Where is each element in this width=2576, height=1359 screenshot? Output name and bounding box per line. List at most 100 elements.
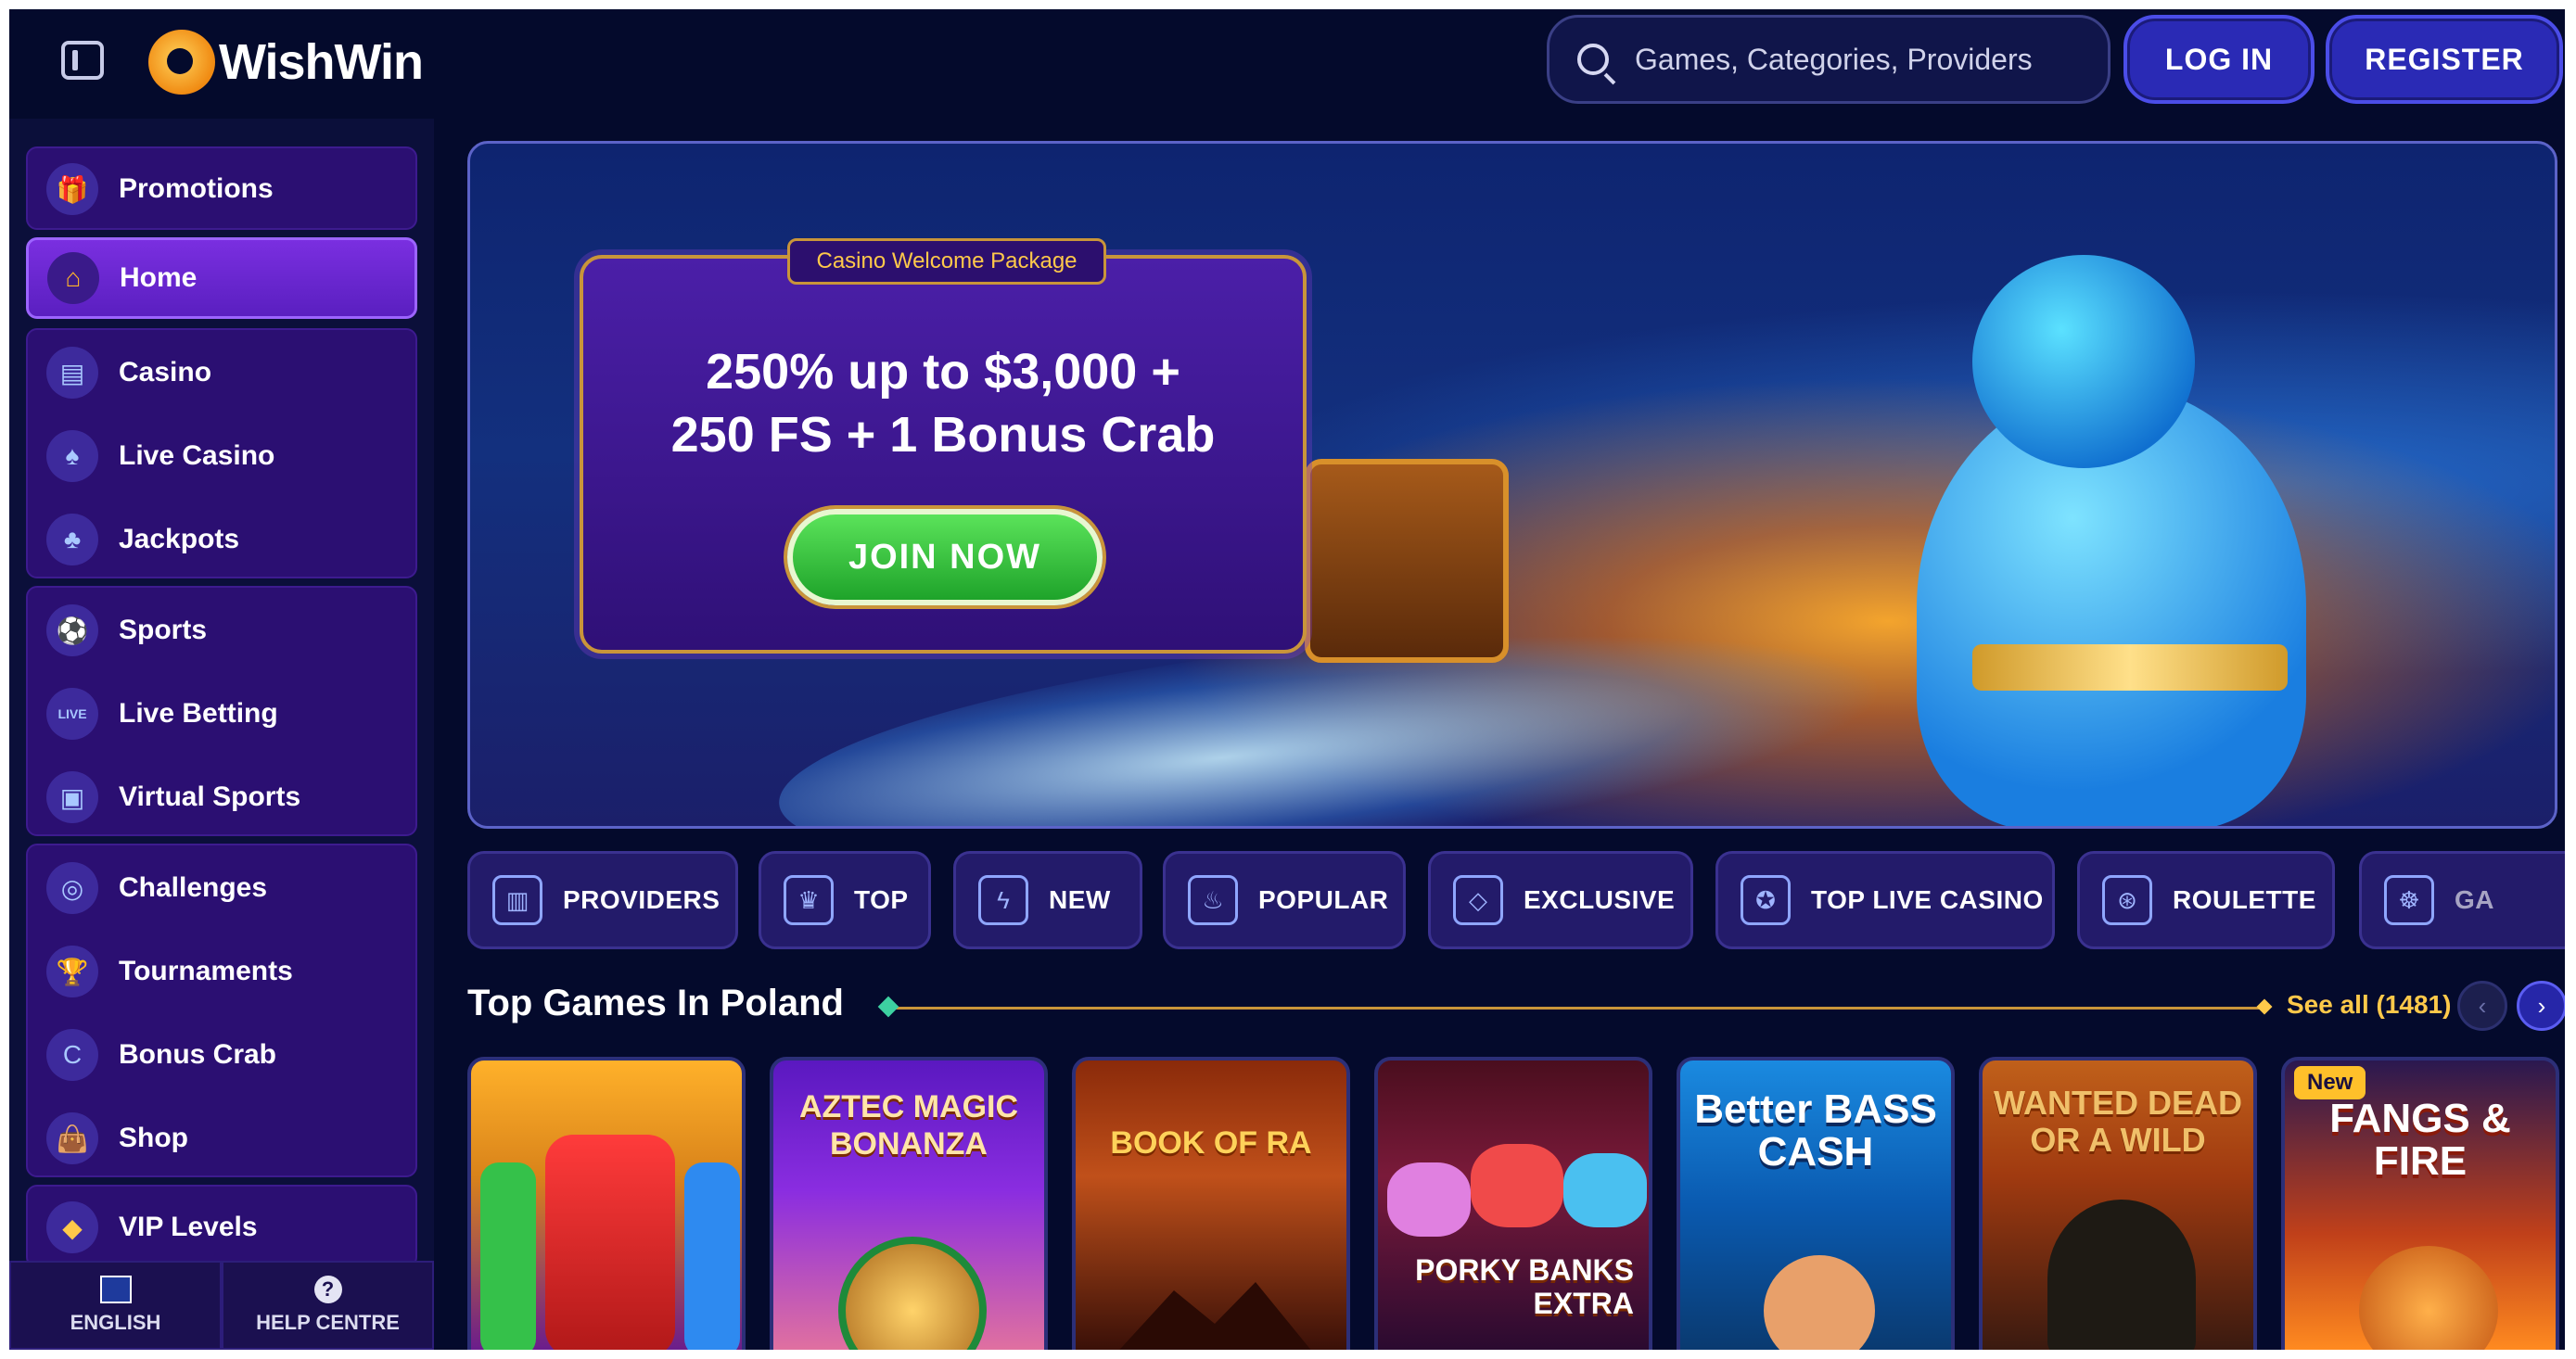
sidebar-item-bonus-crab[interactable]: C Bonus Crab <box>28 1014 419 1096</box>
lightning-icon: ϟ <box>978 875 1028 925</box>
promo-title: 250% up to $3,000 + 250 FS + 1 Bonus Cra… <box>583 340 1303 466</box>
game-tile[interactable]: BOOK OF RA <box>1072 1057 1350 1350</box>
category-exclusive[interactable]: ◇ EXCLUSIVE <box>1428 851 1693 949</box>
gift-icon: 🎁 <box>46 163 98 215</box>
flame-icon: ♨ <box>1188 875 1238 925</box>
genie-belt-graphic <box>1972 644 2288 691</box>
shopping-bag-icon: 👜 <box>46 1112 98 1164</box>
app-frame: WishWin Games, Categories, Providers LOG… <box>9 9 2565 1350</box>
australia-flag-icon <box>99 1276 132 1303</box>
game-title: Better BASS CASH <box>1694 1086 1937 1175</box>
language-selector[interactable]: ENGLISH <box>9 1261 222 1350</box>
pig-blue-graphic <box>1563 1153 1647 1227</box>
category-game-shows[interactable]: ☸ GA <box>2359 851 2565 949</box>
section-divider <box>886 1007 2266 1010</box>
section-title: Top Games In Poland <box>467 983 844 1023</box>
sidebar-group-casino: ▤ Casino ♠ Live Casino ♣ Jackpots <box>26 328 417 578</box>
category-label: TOP LIVE CASINO <box>1811 885 2044 914</box>
sidebar-toggle-icon[interactable] <box>61 41 104 80</box>
logo[interactable]: WishWin <box>148 30 424 95</box>
sidebar-item-label: Tournaments <box>119 956 293 986</box>
promo-title-line1: 250% up to $3,000 + <box>706 344 1180 400</box>
category-providers[interactable]: ▥ PROVIDERS <box>467 851 738 949</box>
crab-icon: C <box>46 1029 98 1081</box>
help-centre-label: HELP CENTRE <box>256 1311 400 1334</box>
trophy-icon: 🏆 <box>46 946 98 997</box>
login-button[interactable]: LOG IN <box>2123 15 2315 104</box>
category-top-live-casino[interactable]: ✪ TOP LIVE CASINO <box>1715 851 2055 949</box>
home-icon: ⌂ <box>47 252 99 304</box>
category-new[interactable]: ϟ NEW <box>953 851 1142 949</box>
search-icon <box>1577 44 1609 75</box>
temple-graphic <box>1113 1282 1317 1350</box>
sidebar-item-label: Bonus Crab <box>119 1039 277 1070</box>
live-icon: LIVE <box>46 688 98 740</box>
game-tile[interactable]: WANTED DEAD OR A WILD <box>1979 1057 2257 1350</box>
new-badge: New <box>2294 1066 2366 1099</box>
crown-icon: ♛ <box>784 875 834 925</box>
carousel-next-button[interactable]: › <box>2517 981 2565 1031</box>
sidebar-item-home[interactable]: ⌂ Home <box>26 237 417 319</box>
green-car-graphic <box>480 1162 536 1350</box>
sidebar-item-label: Live Betting <box>119 698 278 729</box>
sidebar-item-live-casino[interactable]: ♠ Live Casino <box>28 415 419 497</box>
sidebar-item-label: Shop <box>119 1123 188 1153</box>
genie-head-graphic <box>1972 255 2195 468</box>
gem-icon: ◇ <box>1453 875 1503 925</box>
game-tile[interactable] <box>467 1057 746 1350</box>
sidebar-item-label: Jackpots <box>119 524 240 554</box>
category-label: NEW <box>1049 885 1111 914</box>
category-popular[interactable]: ♨ POPULAR <box>1163 851 1406 949</box>
game-tile[interactable]: New FANGS & FIRE <box>2281 1057 2559 1350</box>
sidebar-item-challenges[interactable]: ◎ Challenges <box>28 847 419 929</box>
sidebar-item-promotions[interactable]: 🎁 Promotions <box>28 148 419 230</box>
badge-icon: ✪ <box>1741 875 1791 925</box>
sidebar-item-label: Challenges <box>119 872 268 903</box>
sidebar-item-casino[interactable]: ▤ Casino <box>28 332 419 413</box>
carousel-prev-button[interactable]: ‹ <box>2457 981 2507 1031</box>
game-title: AZTEC MAGIC BONANZA <box>798 1089 1019 1162</box>
top-header: WishWin Games, Categories, Providers LOG… <box>9 9 2565 119</box>
wheel-icon: ☸ <box>2384 875 2434 925</box>
sidebar-item-sports[interactable]: ⚽ Sports <box>28 590 419 671</box>
search-input[interactable]: Games, Categories, Providers <box>1547 15 2111 104</box>
ball-icon: ⚽ <box>46 604 98 656</box>
sidebar-item-tournaments[interactable]: 🏆 Tournaments <box>28 931 419 1012</box>
hero-banner[interactable]: Casino Welcome Package 250% up to $3,000… <box>467 141 2557 829</box>
promo-card: Casino Welcome Package 250% up to $3,000… <box>580 238 1307 654</box>
category-top[interactable]: ♛ TOP <box>759 851 931 949</box>
help-icon: ? <box>313 1276 342 1303</box>
search-placeholder: Games, Categories, Providers <box>1635 42 2033 76</box>
cowboy-graphic <box>2047 1200 2196 1350</box>
game-title: WANTED DEAD OR A WILD <box>1994 1084 2242 1159</box>
aztec-medallion-graphic <box>838 1237 987 1350</box>
language-label: ENGLISH <box>70 1311 161 1334</box>
see-all-link[interactable]: See all (1481) <box>2287 990 2451 1020</box>
sidebar-item-label: Casino <box>119 357 212 387</box>
sidebar-item-jackpots[interactable]: ♣ Jackpots <box>28 499 419 580</box>
roulette-icon: ⊛ <box>2102 875 2152 925</box>
pig-red-graphic <box>1471 1144 1563 1227</box>
category-roulette[interactable]: ⊛ ROULETTE <box>2077 851 2335 949</box>
help-centre-button[interactable]: ? HELP CENTRE <box>222 1261 434 1350</box>
sidebar-item-vip-levels[interactable]: ◆ VIP Levels <box>28 1187 419 1268</box>
logo-mark-icon <box>148 30 215 95</box>
category-label: POPULAR <box>1258 885 1389 914</box>
sidebar: 🎁 Promotions ⌂ Home ▤ Casino ♠ Live Casi… <box>9 119 434 1350</box>
register-button[interactable]: REGISTER <box>2326 15 2563 104</box>
sidebar-item-virtual-sports[interactable]: ▣ Virtual Sports <box>28 756 419 838</box>
sidebar-item-live-betting[interactable]: LIVE Live Betting <box>28 673 419 755</box>
sidebar-group-extras: ◎ Challenges 🏆 Tournaments C Bonus Crab … <box>26 844 417 1177</box>
category-label: GA <box>2455 885 2494 914</box>
category-label: PROVIDERS <box>563 885 721 914</box>
game-tile[interactable]: AZTEC MAGIC BONANZA <box>770 1057 1048 1350</box>
train-graphic <box>545 1135 675 1350</box>
slot-machine-icon: ▤ <box>46 347 98 399</box>
fisherman-graphic <box>1764 1255 1875 1350</box>
game-tile[interactable]: PORKY BANKS EXTRA <box>1374 1057 1652 1350</box>
treasure-chest-graphic <box>1305 459 1509 663</box>
category-label: ROULETTE <box>2173 885 2316 914</box>
game-tile[interactable]: Better BASS CASH <box>1677 1057 1955 1350</box>
sidebar-item-shop[interactable]: 👜 Shop <box>28 1098 419 1179</box>
join-now-button[interactable]: JOIN NOW <box>787 509 1103 605</box>
